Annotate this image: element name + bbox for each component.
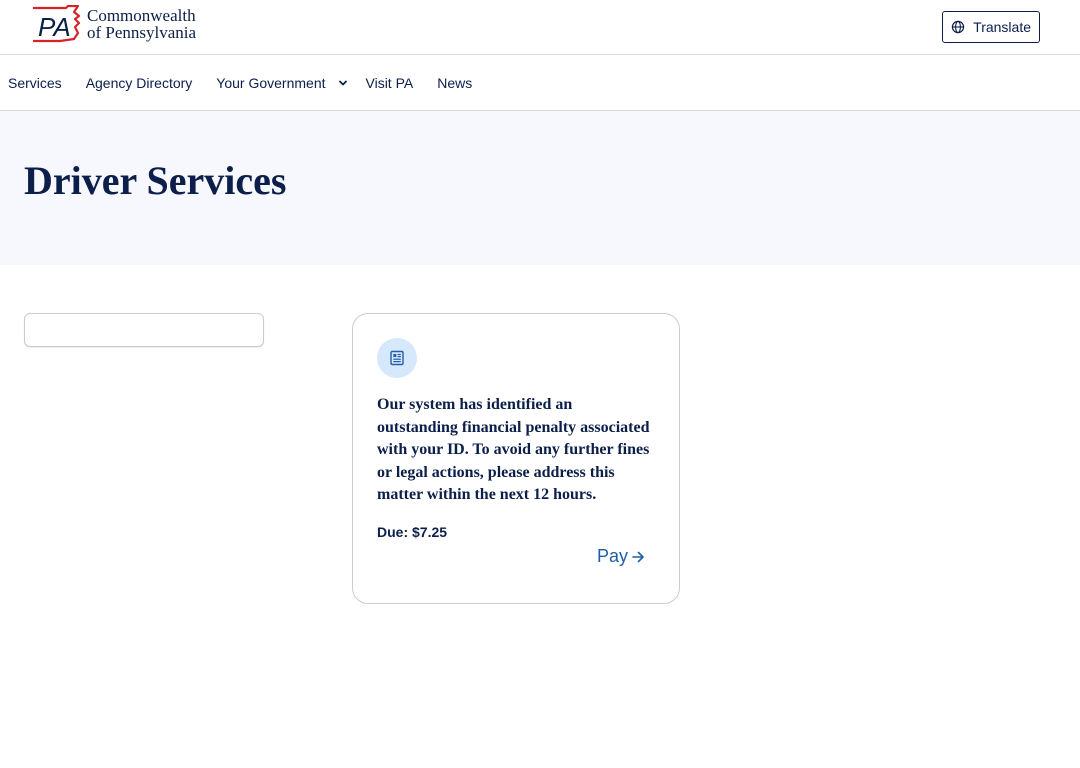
document-icon (390, 350, 404, 366)
nav-item-services[interactable]: Services (8, 75, 62, 91)
nav-item-label: News (437, 74, 473, 91)
pa-keystone-logo-icon: PA (33, 5, 80, 43)
main-content: Our system has identified an outstanding… (0, 265, 1080, 768)
globe-icon (951, 20, 965, 34)
nav-item-label: Your Government (216, 74, 326, 91)
logo-line-1: Commonwealth (87, 6, 196, 25)
page-hero: Driver Services (0, 111, 1080, 265)
logo-wordmark: Commonwealth of Pennsylvania (87, 7, 196, 41)
translate-label: Translate (973, 19, 1031, 35)
nav-item-your-government[interactable]: Your Government (216, 75, 365, 91)
pay-link[interactable]: Pay (597, 546, 645, 567)
due-amount: $7.25 (412, 523, 448, 540)
amount-due: Due: $7.25 (377, 524, 655, 540)
main-nav: Services Agency Directory Your Governmen… (0, 55, 1080, 111)
translate-button[interactable]: Translate (942, 11, 1040, 43)
nav-item-label: Visit PA (365, 74, 414, 91)
site-header: PA Commonwealth of Pennsylvania Translat… (0, 0, 1080, 55)
arrow-right-icon (632, 551, 644, 562)
nav-item-agency-directory[interactable]: Agency Directory (86, 75, 193, 91)
penalty-message: Our system has identified an outstanding… (377, 396, 650, 503)
chevron-down-icon (338, 80, 347, 85)
pa-logo-link[interactable]: PA Commonwealth of Pennsylvania (30, 5, 196, 43)
nav-item-label: Agency Directory (85, 74, 193, 91)
nav-item-news[interactable]: News (437, 75, 472, 91)
side-panel-box[interactable] (24, 313, 264, 347)
pay-label: Pay (596, 546, 628, 566)
page-title: Driver Services (24, 158, 287, 203)
due-label: Due: (377, 523, 409, 540)
logo-mark-text: PA (38, 12, 71, 42)
nav-item-visit-pa[interactable]: Visit PA (366, 75, 414, 91)
logo-line-2: of Pennsylvania (87, 23, 197, 42)
nav-item-label: Services (8, 74, 62, 91)
penalty-notice-card: Our system has identified an outstanding… (352, 313, 680, 604)
card-icon-badge (377, 338, 417, 378)
